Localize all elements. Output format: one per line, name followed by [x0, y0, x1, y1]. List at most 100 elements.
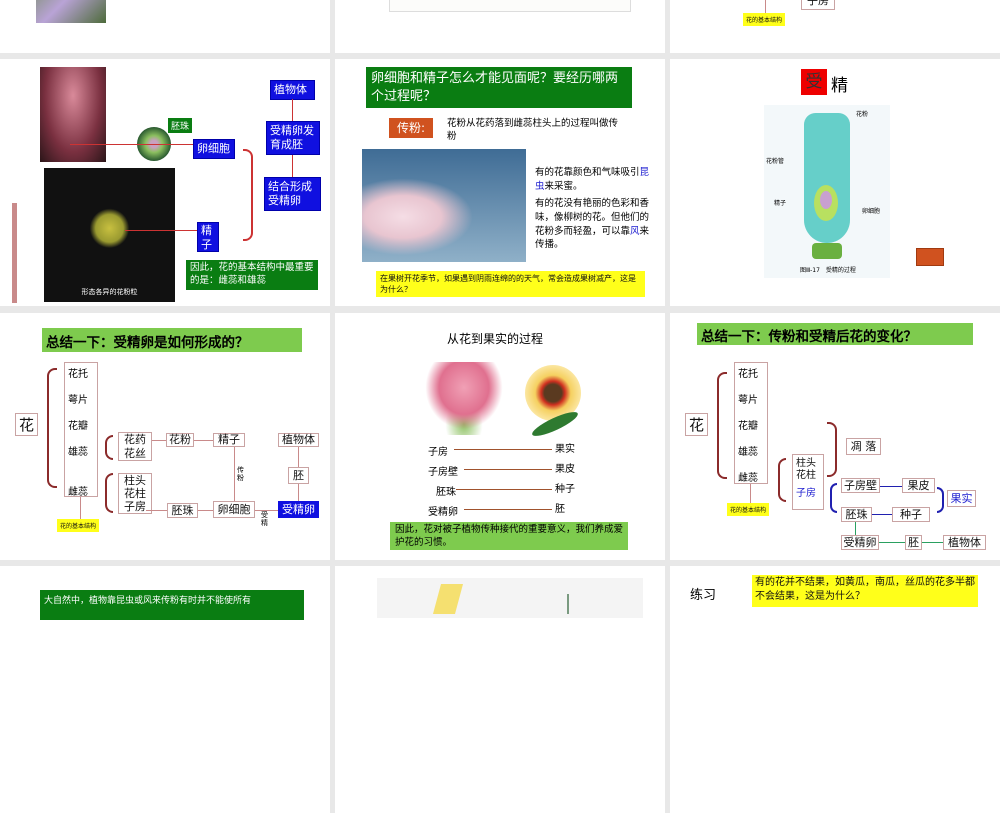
ovule-box: 胚珠	[841, 507, 872, 522]
slide-thumbnail-5[interactable]: 卵细胞和精子怎么才能见面呢？要经历哪两个过程呢？ 传粉: 花粉从花药落到雌蕊柱头…	[335, 59, 665, 306]
arrow	[125, 230, 197, 231]
slide-title: 总结一下：传粉和受精后花的变化？	[697, 323, 973, 345]
basic-structure-label: 花的基本结构	[743, 13, 786, 26]
question-box: 有的花并不结果，如黄瓜，南瓜，丝瓜的花多半都不会结果，这是为什么？	[752, 575, 978, 607]
arrow	[464, 469, 552, 470]
wind-text: 有的花没有艳丽的色彩和香味，像柳树的花。但他们的花粉多而轻盈，可以靠风来传播。	[535, 197, 657, 252]
receptacle-shape	[812, 243, 842, 259]
stamen-image	[12, 203, 17, 303]
row-to: 胚	[555, 504, 565, 515]
brace	[778, 458, 786, 502]
row-from: 胚珠	[436, 487, 456, 498]
zygote-box: 受精卵	[841, 535, 879, 550]
part-item: 花托	[68, 369, 88, 380]
arrow	[152, 440, 166, 441]
part-item: 萼片	[68, 395, 88, 406]
arrow	[80, 497, 81, 519]
text-part: 有的花靠颜色和气味吸引	[535, 167, 640, 178]
fruit-box: 果实	[947, 490, 976, 507]
insect-text: 有的花靠颜色和气味吸引昆虫来采蜜。	[535, 166, 655, 194]
flower-illustration	[420, 362, 508, 435]
part-item: 雄蕊	[68, 447, 88, 458]
row-to: 种子	[555, 484, 575, 495]
pistil-shape	[804, 113, 850, 243]
conclusion-box: 因此，花对被子植物传种接代的重要意义，我们养成爱护花的习惯。	[390, 522, 628, 550]
arrow	[454, 449, 552, 450]
peel-box: 果皮	[902, 478, 935, 493]
arrow	[750, 484, 751, 503]
basic-structure-label: 花的基本结构	[727, 503, 770, 516]
row-from: 受精卵	[428, 507, 458, 518]
part-item: 雌蕊	[738, 473, 758, 484]
pollination-definition: 花粉从花药落到雌蕊柱头上的过程叫做传粉	[447, 118, 619, 143]
slide-thumbnail-7[interactable]: 总结一下：受精卵是如何形成的？ 花 花托 萼片 花瓣 雄蕊 雌蕊 花药花丝 柱头…	[0, 313, 330, 560]
brace	[105, 435, 113, 460]
arrow	[298, 484, 299, 501]
part-item: 花瓣	[68, 421, 88, 432]
embryo-box: 胚	[905, 535, 922, 550]
arrow	[855, 522, 856, 535]
question-box: 在果树开花季节，如果遇到阴雨连绵的的天气，常会造成果树减产，这是为什么？	[376, 271, 645, 297]
brace	[105, 473, 113, 513]
yellow-shape	[432, 584, 464, 614]
brace	[717, 372, 727, 479]
row-to: 果皮	[555, 464, 575, 475]
embryo-box: 胚	[288, 467, 309, 484]
pollen-caption: 形态各异的花粉粒	[81, 288, 138, 296]
flower-box: 花	[15, 413, 38, 436]
part-item: 花瓣	[738, 421, 758, 432]
part-item: 雄蕊	[738, 447, 758, 458]
pollen-box: 花粉	[166, 433, 194, 447]
plant-box: 植物体	[943, 535, 986, 550]
stamen-parts-box: 花药花丝	[118, 432, 152, 461]
slide-title: 卵细胞和精子怎么才能见面呢？要经历哪两个过程呢？	[366, 67, 632, 108]
slide-title: 总结一下：受精卵是如何形成的？	[42, 328, 302, 352]
seed-box: 种子	[892, 507, 930, 522]
text-box: 大自然中，植物靠昆虫或风来传粉有时并不能使所有	[40, 590, 304, 620]
style: 花柱	[796, 470, 816, 481]
ovule-box: 胚珠	[167, 503, 198, 518]
action-button[interactable]	[916, 248, 944, 266]
sperm-box: 精子	[213, 433, 245, 447]
brace	[937, 487, 944, 513]
label-sperm: 精子	[774, 200, 787, 207]
arrow	[292, 99, 293, 121]
part-item: 花托	[738, 369, 758, 380]
slide-thumbnail-2[interactable]	[335, 0, 665, 53]
slide-thumbnail-10[interactable]: 大自然中，植物靠昆虫或风来传粉有时并不能使所有	[0, 566, 330, 813]
slide-thumbnail-8[interactable]: 从花到果实的过程 子房 子房壁 胚珠 受精卵 果实 果皮 种子 胚 因此，花对被…	[335, 313, 665, 560]
combine-box: 结合形成受精卵	[264, 177, 321, 211]
brace	[47, 368, 57, 488]
arrow	[234, 447, 235, 501]
label-pollen-tube: 花粉管	[766, 158, 785, 165]
stem-shape	[567, 594, 569, 614]
slide-thumbnail-12[interactable]: 练习 有的花并不结果，如黄瓜，南瓜，丝瓜的花多半都不会结果，这是为什么？	[670, 566, 1000, 813]
brace	[243, 149, 253, 241]
slide-thumbnail-1[interactable]	[0, 0, 330, 53]
basic-structure-label: 花的基本结构	[57, 519, 100, 532]
highlight-wind: 风	[630, 225, 640, 237]
pollination-label: 传粉:	[389, 118, 433, 138]
connector	[765, 0, 766, 13]
wither-box: 凋 落	[846, 438, 881, 455]
egg-shape	[820, 191, 832, 209]
diagram-caption: 图Ⅲ-17 受精的过程	[800, 267, 856, 274]
pistil-box: 柱头 花柱 子房	[792, 454, 824, 510]
slide-thumbnail-11[interactable]	[335, 566, 665, 813]
arrow	[879, 542, 905, 543]
stigma: 柱头	[796, 458, 816, 469]
brace	[827, 422, 837, 477]
arrow	[456, 489, 552, 490]
embryo-ball-label: 胚珠	[168, 118, 193, 133]
slide-thumbnail-4[interactable]: 形态各异的花粉粒 胚珠 卵细胞 精子 结合形成受精卵 受精卵发育成胚 植物体 因…	[0, 59, 330, 306]
title-red-char: 受	[801, 69, 827, 95]
develop-box: 受精卵发育成胚	[266, 121, 320, 155]
slide-thumbnail-6[interactable]: 受 精 花粉 花粉管 精子 卵细胞 图Ⅲ-17 受精的过程	[670, 59, 1000, 306]
row-to: 果实	[555, 444, 575, 455]
slide-thumbnail-9[interactable]: 总结一下：传粉和受精后花的变化？ 花 花托 萼片 花瓣 雄蕊 雌蕊 柱头 花柱 …	[670, 313, 1000, 560]
slide-thumbnail-3[interactable]: 子房 花的基本结构	[670, 0, 1000, 53]
part-item: 萼片	[738, 395, 758, 406]
exercise-label: 练习	[690, 588, 717, 603]
sperm-box: 精子	[197, 222, 219, 252]
arrow	[880, 486, 902, 487]
